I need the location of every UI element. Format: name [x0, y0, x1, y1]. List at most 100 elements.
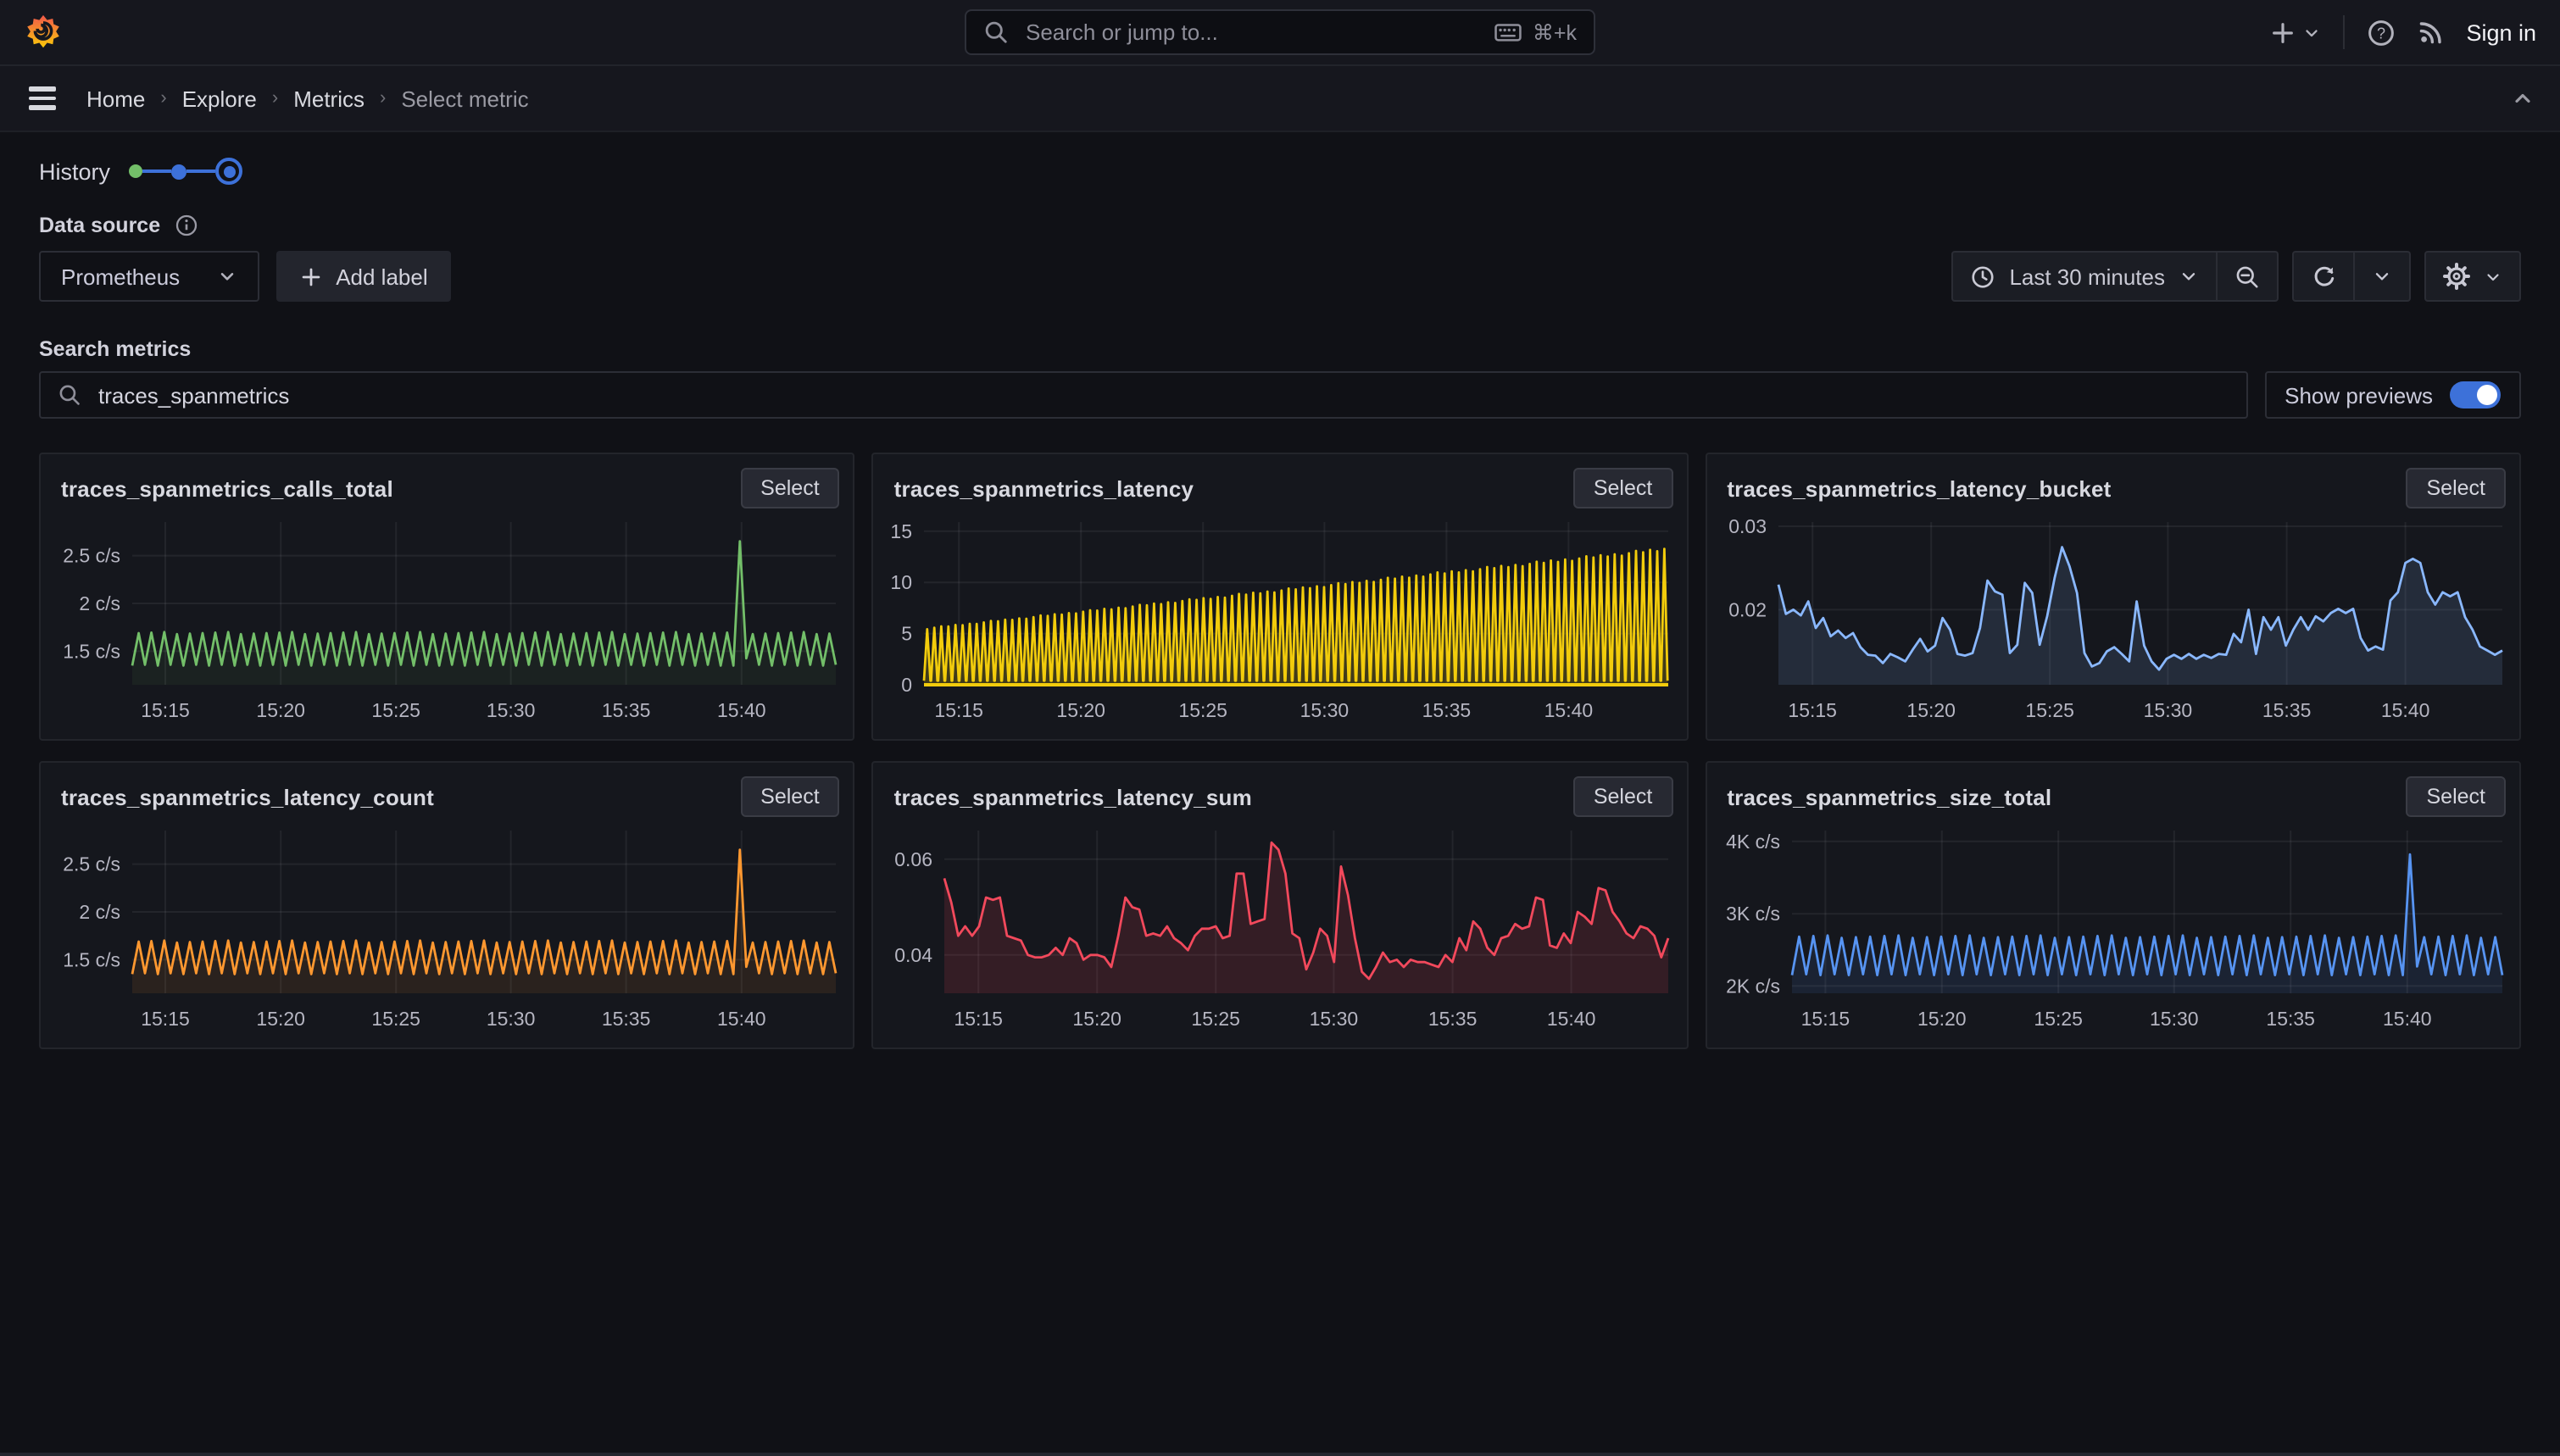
refresh-icon — [2311, 264, 2336, 289]
metric-panels-grid: traces_spanmetrics_calls_total Select 1.… — [39, 453, 2521, 1049]
zoom-out-time-button[interactable] — [2218, 251, 2279, 302]
chevron-down-icon — [217, 266, 237, 286]
history-current-step-dot[interactable] — [215, 158, 242, 185]
history-label: History — [39, 158, 110, 184]
svg-text:2.5 c/s: 2.5 c/s — [63, 853, 120, 875]
svg-text:15:15: 15:15 — [935, 699, 984, 721]
svg-text:0.03: 0.03 — [1728, 515, 1767, 537]
breadcrumb-separator: › — [380, 88, 386, 108]
select-metric-button[interactable]: Select — [740, 776, 840, 817]
help-icon[interactable]: ? — [2366, 18, 2395, 47]
panel-title: traces_spanmetrics_size_total — [1727, 785, 2051, 810]
svg-text:15:20: 15:20 — [1057, 699, 1106, 721]
svg-text:2 c/s: 2 c/s — [79, 592, 120, 614]
svg-text:2 c/s: 2 c/s — [79, 901, 120, 923]
history-connector — [142, 169, 171, 173]
svg-text:15:35: 15:35 — [602, 1008, 651, 1030]
gear-icon — [2443, 263, 2470, 290]
time-toolbar: Last 30 minutes — [1951, 251, 2521, 302]
metrics-search-field[interactable] — [39, 371, 2247, 419]
svg-text:15:20: 15:20 — [256, 1008, 305, 1030]
time-range-picker[interactable]: Last 30 minutes — [1951, 251, 2218, 302]
metric-preview-chart: 05101515:1515:2015:2515:3015:3515:40 — [888, 515, 1673, 729]
svg-text:15:25: 15:25 — [2034, 1008, 2083, 1030]
svg-text:15:20: 15:20 — [1917, 1008, 1966, 1030]
svg-text:0.04: 0.04 — [895, 944, 933, 966]
show-previews-control: Show previews — [2264, 371, 2521, 419]
search-metrics-label: Search metrics — [39, 337, 2521, 361]
svg-text:3K c/s: 3K c/s — [1725, 903, 1779, 925]
metric-panel-latency-bucket: traces_spanmetrics_latency_bucket Select… — [1705, 453, 2521, 741]
breadcrumb-home[interactable]: Home — [86, 86, 145, 111]
explore-metrics-content: History Data source Pr — [0, 158, 2560, 1049]
zoom-out-icon — [2234, 264, 2260, 289]
top-nav-bar: ⌘+k ? — [0, 0, 2560, 66]
panel-title: traces_spanmetrics_calls_total — [61, 476, 393, 502]
metric-panel-size-total: traces_spanmetrics_size_total Select 2K … — [1705, 761, 2521, 1049]
sign-in-button[interactable]: Sign in — [2466, 19, 2536, 45]
search-jump-input[interactable] — [1022, 18, 1480, 47]
plus-icon — [2269, 19, 2295, 45]
svg-text:15:35: 15:35 — [1422, 699, 1472, 721]
keyboard-shortcut: ⌘+k — [1494, 18, 1577, 47]
svg-text:15:30: 15:30 — [2143, 699, 2192, 721]
svg-text:15:40: 15:40 — [2380, 699, 2429, 721]
breadcrumb: Home › Explore › Metrics › Select metric — [86, 86, 529, 111]
panel-title: traces_spanmetrics_latency_bucket — [1727, 476, 2111, 502]
info-icon[interactable] — [174, 214, 198, 237]
metric-preview-chart: 1.5 c/s2 c/s2.5 c/s15:1515:2015:2515:301… — [54, 515, 840, 729]
svg-text:1.5 c/s: 1.5 c/s — [63, 948, 120, 970]
select-metric-button[interactable]: Select — [1573, 468, 1673, 508]
svg-text:15:35: 15:35 — [2266, 1008, 2315, 1030]
svg-text:10: 10 — [891, 571, 913, 593]
collapse-chevron-up-icon[interactable] — [2511, 86, 2535, 110]
news-rss-icon[interactable] — [2417, 19, 2444, 46]
datasource-value: Prometheus — [61, 264, 180, 289]
svg-text:5: 5 — [902, 623, 913, 645]
keyboard-icon — [1494, 18, 1522, 47]
select-metric-button[interactable]: Select — [1573, 776, 1673, 817]
svg-text:1.5 c/s: 1.5 c/s — [63, 640, 120, 662]
select-metric-button[interactable]: Select — [2407, 776, 2507, 817]
shortcut-label: ⌘+k — [1533, 19, 1577, 45]
menu-toggle-icon[interactable] — [25, 84, 59, 114]
svg-text:15:30: 15:30 — [1310, 1008, 1359, 1030]
refresh-interval-dropdown[interactable] — [2355, 251, 2411, 302]
svg-text:15:35: 15:35 — [1428, 1008, 1478, 1030]
metric-preview-chart: 1.5 c/s2 c/s2.5 c/s15:1515:2015:2515:301… — [54, 824, 840, 1037]
history-steps-widget[interactable] — [129, 158, 242, 185]
history-step-dot[interactable] — [171, 164, 186, 179]
svg-text:15:25: 15:25 — [371, 699, 420, 721]
grafana-logo-icon[interactable] — [24, 13, 63, 52]
svg-text:15: 15 — [891, 520, 913, 542]
svg-text:15:40: 15:40 — [2382, 1008, 2431, 1030]
show-previews-toggle[interactable] — [2450, 381, 2501, 408]
breadcrumb-bar: Home › Explore › Metrics › Select metric — [0, 66, 2560, 132]
svg-text:15:25: 15:25 — [2025, 699, 2074, 721]
page-bottom-edge — [0, 1453, 2560, 1456]
history-connector — [186, 169, 215, 173]
svg-text:15:15: 15:15 — [141, 699, 190, 721]
settings-button[interactable] — [2424, 251, 2521, 302]
refresh-button[interactable] — [2292, 251, 2355, 302]
clock-icon — [1970, 264, 1995, 289]
panel-title: traces_spanmetrics_latency_count — [61, 785, 434, 810]
history-step-start-dot[interactable] — [129, 164, 142, 178]
add-label-button[interactable]: Add label — [276, 251, 451, 302]
breadcrumb-metrics[interactable]: Metrics — [293, 86, 365, 111]
metric-panel-latency: traces_spanmetrics_latency Select 051015… — [872, 453, 1689, 741]
svg-text:15:30: 15:30 — [1300, 699, 1350, 721]
search-jump-box[interactable]: ⌘+k — [965, 9, 1595, 55]
topbar-divider — [2342, 15, 2344, 49]
svg-text:15:15: 15:15 — [141, 1008, 190, 1030]
select-metric-button[interactable]: Select — [740, 468, 840, 508]
svg-text:15:35: 15:35 — [2262, 699, 2311, 721]
breadcrumb-explore[interactable]: Explore — [182, 86, 257, 111]
metrics-search-input[interactable] — [95, 381, 2229, 409]
time-range-label: Last 30 minutes — [2009, 264, 2165, 289]
breadcrumb-separator: › — [272, 88, 278, 108]
datasource-picker[interactable]: Prometheus — [39, 251, 259, 302]
select-metric-button[interactable]: Select — [2407, 468, 2507, 508]
svg-text:15:30: 15:30 — [2149, 1008, 2198, 1030]
new-menu-button[interactable] — [2269, 19, 2320, 45]
